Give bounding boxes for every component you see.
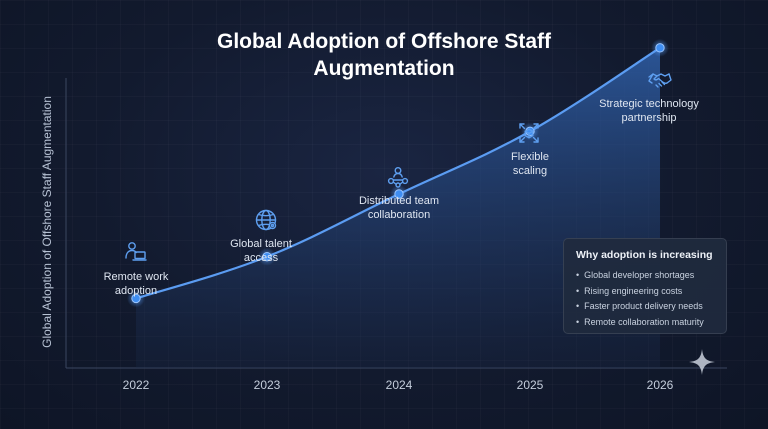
annotation-label: Flexible [511, 151, 549, 163]
data-point [655, 43, 665, 53]
info-box: Why adoption is increasing Global develo… [563, 238, 727, 334]
team-network-icon [387, 167, 409, 188]
x-tick-label: 2022 [123, 378, 150, 392]
info-box-title: Why adoption is increasing [576, 249, 713, 261]
annotation-label: partnership [621, 112, 676, 124]
info-box-item: Faster product delivery needs [576, 299, 714, 315]
annotation-label: access [244, 252, 279, 264]
annotation-label: collaboration [368, 209, 430, 221]
annotation-label: Global talent [230, 238, 292, 250]
annotation-label: adoption [115, 285, 157, 297]
x-tick-label: 2026 [647, 378, 674, 392]
globe-network-icon [255, 209, 277, 231]
info-box-item: Global developer shortages [576, 268, 714, 284]
area-chart: 2022 2023 2024 2025 2026 Remote work adoption… [65, 38, 727, 392]
person-laptop-icon [125, 242, 147, 261]
info-box-list: Global developer shortages Rising engine… [576, 268, 714, 330]
x-tick-label: 2023 [254, 378, 281, 392]
x-tick-label: 2024 [386, 378, 413, 392]
x-tick-label: 2025 [517, 378, 544, 392]
info-box-item: Rising engineering costs [576, 284, 714, 300]
annotation-label: Strategic technology [599, 98, 699, 110]
sparkle-icon [689, 349, 715, 375]
annotation-label: scaling [513, 165, 547, 177]
info-box-item: Remote collaboration maturity [576, 315, 714, 331]
annotation-label: Remote work [104, 271, 169, 283]
annotation-label: Distributed team [359, 195, 439, 207]
